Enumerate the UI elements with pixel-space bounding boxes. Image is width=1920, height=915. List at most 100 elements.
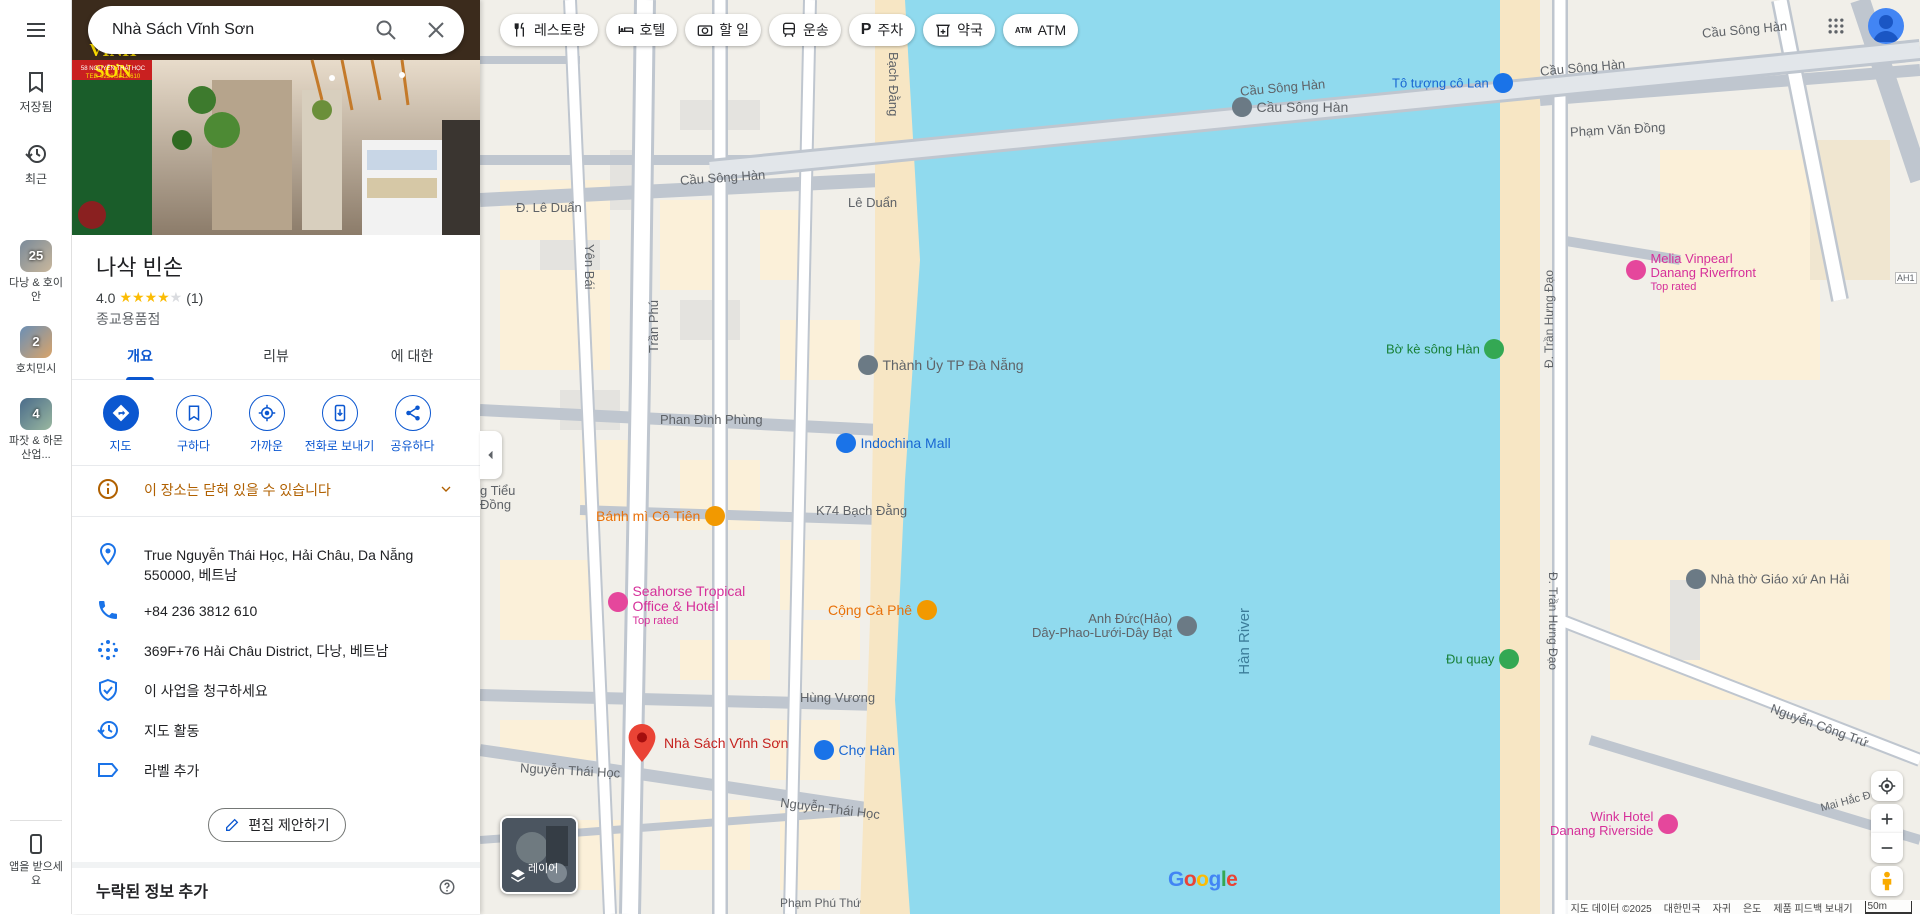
amusement-icon — [1499, 649, 1519, 669]
feedback-link[interactable]: 제품 피드백 보내기 — [1773, 900, 1852, 915]
poi-partial[interactable]: g Tiểu Đồng — [480, 484, 515, 512]
tab-overview[interactable]: 개요 — [72, 340, 208, 379]
region-link[interactable]: 대한민국 — [1664, 900, 1701, 915]
save-button[interactable]: 구하다 — [157, 393, 230, 463]
address-text: True Nguyễn Thái Học, Hải Châu, Da Nẵng … — [144, 545, 454, 585]
get-app-label: 앱을 받으세요 — [6, 860, 66, 888]
chip-things-to-do[interactable]: 할 일 — [685, 14, 761, 46]
poi-label: Bánh mì Cô Tiên — [596, 508, 700, 524]
category-chips: 레스토랑 호텔 할 일 운송 P주차 약국 ATMATM — [500, 14, 1078, 46]
chip-parking[interactable]: P주차 — [849, 14, 915, 46]
directions-button[interactable]: 지도 — [84, 393, 157, 463]
poi-seahorse[interactable]: Seahorse Tropical Office & Hotel Top rat… — [608, 584, 745, 629]
review-count[interactable]: (1) — [186, 290, 203, 306]
terms-link[interactable]: 자귀 — [1713, 900, 1731, 915]
label-row[interactable]: 라벨 추가 — [72, 751, 480, 789]
poi-nha-tho[interactable]: Nhà thờ Giáo xứ An Hải — [1686, 569, 1849, 589]
recent-item-label: 파잣 & 하몬 산업... — [6, 434, 66, 462]
address-row[interactable]: True Nguyễn Thái Học, Hải Châu, Da Nẵng … — [72, 535, 480, 585]
store-icon — [1177, 616, 1197, 636]
collapse-panel-button[interactable] — [480, 431, 502, 479]
apps-button[interactable] — [1826, 16, 1846, 41]
my-location-button[interactable] — [1871, 771, 1903, 801]
plus-code-row[interactable]: 369F+76 Hải Châu District, 다낭, 베트남 — [72, 631, 480, 669]
zoom-out-button[interactable] — [1871, 833, 1903, 863]
map-canvas[interactable]: Cầu Sông Hàn Đ. Lê Duẩn Lê Duẩn Yên Bái … — [480, 0, 1920, 914]
phone-icon — [96, 598, 120, 622]
chevron-left-icon — [485, 449, 497, 461]
chip-atm[interactable]: ATMATM — [1003, 14, 1078, 46]
scale-label: 50m — [1868, 901, 1887, 912]
poi-melia[interactable]: Melia Vinpearl Danang Riverfront Top rat… — [1626, 252, 1756, 294]
label-icon — [96, 758, 120, 782]
search-icon[interactable] — [374, 18, 398, 42]
send-to-phone-button[interactable]: 전화로 보내기 — [303, 393, 376, 463]
street-label: Phạm Phú Thứ — [780, 896, 861, 910]
place-panel: VĨNH SƠN 58 NGUYỄN THÁI HỌC TEL: 0236.38… — [72, 0, 480, 914]
history-icon — [96, 718, 120, 742]
poi-banh-mi[interactable]: Bánh mì Cô Tiên — [596, 506, 725, 526]
layers-button[interactable]: 레이어 — [500, 816, 578, 894]
closed-notice[interactable]: 이 장소는 닫혀 있을 수 있습니다 — [72, 467, 480, 511]
poi-indochina[interactable]: Indochina Mall — [836, 433, 951, 453]
chip-transit[interactable]: 운송 — [769, 14, 841, 46]
help-icon[interactable] — [438, 878, 456, 896]
avatar[interactable] — [1868, 8, 1904, 44]
selected-place-marker[interactable] — [628, 724, 656, 767]
poi-thanh-uy[interactable]: Thành Ủy TP Đà Nẵng — [858, 355, 1024, 375]
get-app-button[interactable]: 앱을 받으세요 — [0, 832, 72, 888]
poi-bo-ke[interactable]: Bờ kè sông Hàn — [1386, 339, 1504, 359]
street-label: Lê Duẩn — [848, 195, 897, 210]
tab-about[interactable]: 에 대한 — [344, 340, 480, 379]
privacy-link[interactable]: 은도 — [1743, 900, 1761, 915]
account-icon — [1868, 8, 1904, 44]
phone-row[interactable]: +84 236 3812 610 — [72, 591, 480, 629]
share-button[interactable]: 공유하다 — [376, 393, 449, 463]
poi-du-quay[interactable]: Đu quay — [1446, 649, 1519, 669]
claim-row[interactable]: 이 사업을 청구하세요 — [72, 671, 480, 709]
poi-label: Seahorse Tropical — [632, 584, 745, 599]
poi-wink[interactable]: Wink Hotel Danang Riverside — [1550, 810, 1678, 838]
scale-bar[interactable]: 50m — [1865, 901, 1912, 914]
saved-button[interactable]: 저장됨 — [0, 70, 72, 115]
history-icon — [24, 142, 48, 166]
chip-pharmacy[interactable]: 약국 — [923, 14, 995, 46]
close-icon[interactable] — [424, 18, 448, 42]
poi-label: Nhà thờ Giáo xứ An Hải — [1710, 572, 1849, 587]
chip-label: 레스토랑 — [534, 20, 586, 40]
selected-place-label[interactable]: Nhà Sách Vĩnh Sơn — [664, 735, 788, 751]
poi-anh-duc[interactable]: Anh Đức(Hảo) Dây-Phao-Lưới-Dây Bạt — [1032, 612, 1197, 640]
directions-icon — [103, 395, 139, 431]
menu-button[interactable] — [0, 18, 72, 46]
poi-to-tuong[interactable]: Tô tượng cô Lan — [1392, 73, 1513, 93]
poi-label: Cầu Sông Hàn — [1256, 99, 1348, 115]
recent-item-danang[interactable]: 25 다낭 & 호이안 — [0, 240, 72, 304]
nearby-button[interactable]: 가까운 — [230, 393, 303, 463]
poi-label: Anh Đức(Hảo) — [1032, 612, 1172, 626]
suggest-edit-button[interactable]: 편집 제안하기 — [208, 808, 346, 842]
zoom-in-button[interactable] — [1871, 804, 1903, 834]
recent-thumbnail: 2 — [20, 326, 52, 358]
place-category[interactable]: 종교용품점 — [96, 309, 160, 329]
poi-cho-han[interactable]: Chợ Hàn — [814, 740, 895, 760]
menu-icon — [24, 18, 48, 42]
poi-label: Dây-Phao-Lưới-Dây Bạt — [1032, 626, 1172, 640]
poi-cau-song-han[interactable]: Cầu Sông Hàn — [1232, 97, 1348, 117]
search-input[interactable] — [112, 6, 362, 54]
recent-item-hcmc[interactable]: 2 호치민시 — [0, 326, 72, 376]
chip-hotels[interactable]: 호텔 — [606, 14, 678, 46]
activity-row[interactable]: 지도 활동 — [72, 711, 480, 749]
street-label: K74 Bạch Đằng — [816, 503, 907, 518]
verified-shield-icon — [96, 678, 120, 702]
search-box — [88, 6, 464, 54]
recent-item-industrial[interactable]: 4 파잣 & 하몬 산업... — [0, 398, 72, 462]
pencil-icon — [224, 817, 240, 833]
street-view-button[interactable] — [1871, 866, 1903, 896]
recent-button[interactable]: 최근 — [0, 142, 72, 187]
poi-cong-ca-phe[interactable]: Cộng Cà Phê — [828, 600, 937, 620]
layers-label: 레이어 — [528, 860, 558, 876]
street-label: Đ. Lê Duẩn — [516, 200, 582, 215]
chip-restaurants[interactable]: 레스토랑 — [500, 14, 598, 46]
tab-reviews[interactable]: 리뷰 — [208, 340, 344, 379]
plus-code-text: 369F+76 Hải Châu District, 다낭, 베트남 — [144, 641, 454, 661]
